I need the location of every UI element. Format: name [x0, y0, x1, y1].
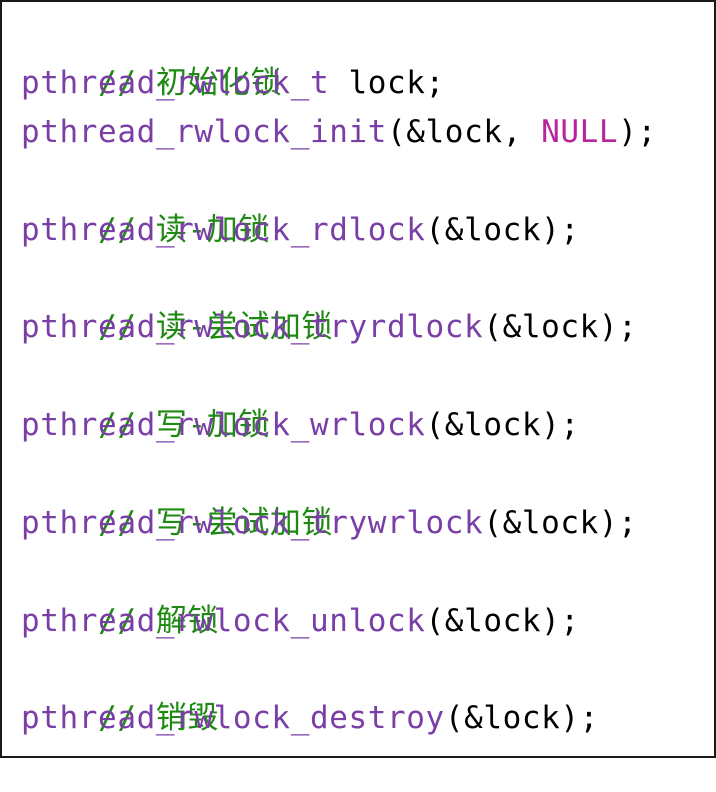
type-name: pthread_rwlock_t: [21, 64, 330, 101]
code-line-12: // 解锁: [21, 548, 714, 639]
code-line-8: // 写-加锁: [21, 352, 714, 443]
code-line-4: // 读-加锁: [21, 157, 714, 248]
code-line-9: pthread_rwlock_wrlock(&lock);: [21, 401, 714, 450]
code-line-13: pthread_rwlock_unlock(&lock);: [21, 597, 714, 646]
code-line-10: // 写-尝试加锁: [21, 450, 714, 541]
code-line-1: // 初始化锁: [21, 10, 714, 101]
code-line-5: pthread_rwlock_rdlock(&lock);: [21, 206, 714, 255]
code-line-3: pthread_rwlock_init(&lock, NULL);: [21, 108, 714, 157]
function-name-trywrlock: pthread_rwlock_trywrlock: [21, 504, 484, 541]
function-name-rdlock: pthread_rwlock_rdlock: [21, 211, 426, 248]
call-args: (&lock);: [425, 211, 580, 248]
variable-declaration: lock;: [329, 64, 445, 101]
function-name-wrlock: pthread_rwlock_wrlock: [21, 407, 426, 444]
code-snippet-panel: // 初始化锁 pthread_rwlock_t lock; pthread_r…: [0, 0, 716, 758]
function-name-destroy: pthread_rwlock_destroy: [21, 700, 445, 737]
function-name-init: pthread_rwlock_init: [21, 113, 388, 150]
call-args-close: );: [618, 113, 657, 150]
code-line-6: // 读-尝试加锁: [21, 254, 714, 345]
function-name-tryrdlock: pthread_rwlock_tryrdlock: [21, 309, 484, 346]
call-args-open: (&lock,: [387, 113, 542, 150]
call-args: (&lock);: [425, 407, 580, 444]
call-args: (&lock);: [444, 700, 599, 737]
call-args: (&lock);: [483, 309, 638, 346]
code-line-7: pthread_rwlock_tryrdlock(&lock);: [21, 303, 714, 352]
code-line-15: pthread_rwlock_destroy(&lock);: [21, 694, 714, 743]
call-args: (&lock);: [425, 602, 580, 639]
function-name-unlock: pthread_rwlock_unlock: [21, 602, 426, 639]
call-args: (&lock);: [483, 504, 638, 541]
code-line-2: pthread_rwlock_t lock;: [21, 59, 714, 108]
null-macro: NULL: [541, 113, 619, 150]
code-line-11: pthread_rwlock_trywrlock(&lock);: [21, 499, 714, 548]
code-line-14: // 销毁: [21, 646, 714, 736]
